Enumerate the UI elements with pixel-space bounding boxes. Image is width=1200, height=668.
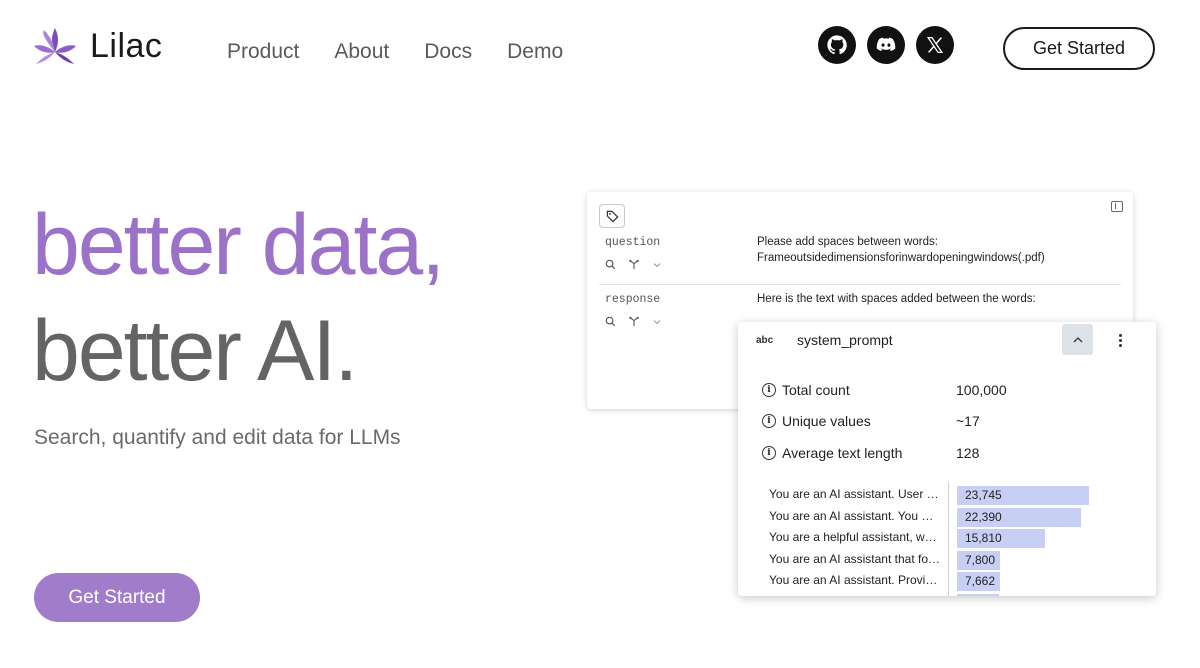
concept-icon[interactable] xyxy=(628,259,640,270)
stat-average-text-length: i Average text length xyxy=(762,445,902,461)
histogram-row[interactable]: You are an AI assistant. You will be giv… xyxy=(769,507,1149,527)
histogram-count: 23,745 xyxy=(965,488,1002,502)
chevron-down-icon[interactable] xyxy=(652,261,662,269)
stat-total-count: i Total count xyxy=(762,382,850,398)
histogram-row[interactable]: You are a helpful assistant, who always … xyxy=(769,529,1149,548)
github-icon xyxy=(827,35,847,55)
histogram-row[interactable] xyxy=(769,593,1149,596)
histogram-count: 15,810 xyxy=(965,531,1002,545)
search-icon[interactable] xyxy=(605,259,616,270)
stat-unique-values: i Unique values xyxy=(762,413,871,429)
nav-links: Product About Docs Demo xyxy=(227,40,598,64)
nav-link-about[interactable]: About xyxy=(334,40,389,64)
collapse-button[interactable] xyxy=(1062,324,1093,355)
x-link[interactable] xyxy=(916,26,954,64)
histogram-row[interactable]: You are an AI assistant. User will you g… xyxy=(769,486,1149,505)
chevron-up-icon xyxy=(1073,336,1082,342)
field-actions-question xyxy=(605,259,674,270)
social-links xyxy=(818,26,965,64)
histogram-row[interactable]: You are an AI assistant. Provide a detai… xyxy=(769,572,1149,591)
logo[interactable]: Lilac xyxy=(32,24,162,68)
concept-icon[interactable] xyxy=(628,316,640,327)
stat-value-average-text-length: 128 xyxy=(956,445,980,461)
top-nav: Lilac Product About Docs Demo Get Starte… xyxy=(0,0,1200,100)
histogram-row[interactable]: You are an AI assistant that follows ins… xyxy=(769,550,1149,570)
stat-label: Total count xyxy=(782,382,850,398)
get-started-button[interactable]: Get Started xyxy=(1003,27,1155,70)
nav-link-product[interactable]: Product xyxy=(227,40,299,64)
question-text-line2: Frameoutsidedimensionsforinwardopeningwi… xyxy=(757,252,1045,264)
tag-icon xyxy=(606,210,618,222)
histogram-value-label: You are an AI assistant. You will be giv… xyxy=(769,508,941,523)
x-icon xyxy=(926,37,944,53)
hero-headline-line2: better AI. xyxy=(32,303,358,399)
field-label-question: question xyxy=(605,236,661,249)
response-text-line1: Here is the text with spaces added betwe… xyxy=(757,293,1036,305)
histogram-bar xyxy=(957,593,999,596)
chevron-down-icon[interactable] xyxy=(652,318,662,326)
discord-icon xyxy=(876,37,896,51)
row-divider xyxy=(599,284,1121,285)
histogram-value-label: You are a helpful assistant, who always … xyxy=(769,530,941,544)
field-actions-response xyxy=(605,316,674,327)
field-stats-card: abc system_prompt i Total count 100,000 … xyxy=(738,322,1156,596)
string-type-badge: abc xyxy=(756,335,774,346)
histogram-value-label: You are an AI assistant. User will you g… xyxy=(769,487,941,501)
brand-name: Lilac xyxy=(90,26,163,65)
hero-headline-line1: better data, xyxy=(32,197,445,293)
info-icon[interactable]: i xyxy=(762,414,776,428)
stat-value-total-count: 100,000 xyxy=(956,382,1007,398)
search-icon[interactable] xyxy=(605,316,616,327)
histogram-value-label: You are an AI assistant. Provide a detai… xyxy=(769,573,941,587)
info-icon[interactable]: i xyxy=(762,383,776,397)
stat-value-unique-values: ~17 xyxy=(956,413,980,429)
github-link[interactable] xyxy=(818,26,856,64)
histogram-value-label: You are an AI assistant that follows ins… xyxy=(769,551,941,566)
tag-button[interactable] xyxy=(599,204,625,228)
hero-subtitle: Search, quantify and edit data for LLMs xyxy=(34,426,401,449)
more-options-button[interactable] xyxy=(1112,330,1128,350)
histogram-count: 7,662 xyxy=(965,574,996,588)
stat-label: Average text length xyxy=(782,445,903,461)
nav-link-docs[interactable]: Docs xyxy=(424,40,472,64)
field-value-question: Please add spaces between words: Frameou… xyxy=(757,234,1045,266)
histogram-count: 22,390 xyxy=(965,509,1002,524)
info-icon[interactable]: i xyxy=(762,446,776,460)
more-vertical-icon xyxy=(1118,333,1122,337)
field-name: system_prompt xyxy=(797,332,893,348)
stat-label: Unique values xyxy=(782,413,871,429)
lilac-flower-icon xyxy=(34,28,76,64)
field-label-response: response xyxy=(605,293,661,306)
discord-link[interactable] xyxy=(867,26,905,64)
side-panel-icon[interactable] xyxy=(1111,201,1123,212)
hero-get-started-button[interactable]: Get Started xyxy=(34,573,200,622)
question-text-line1: Please add spaces between words: xyxy=(757,236,938,248)
nav-link-demo[interactable]: Demo xyxy=(507,40,563,64)
histogram-count: 7,800 xyxy=(965,552,996,567)
field-value-response: Here is the text with spaces added betwe… xyxy=(757,291,1036,307)
